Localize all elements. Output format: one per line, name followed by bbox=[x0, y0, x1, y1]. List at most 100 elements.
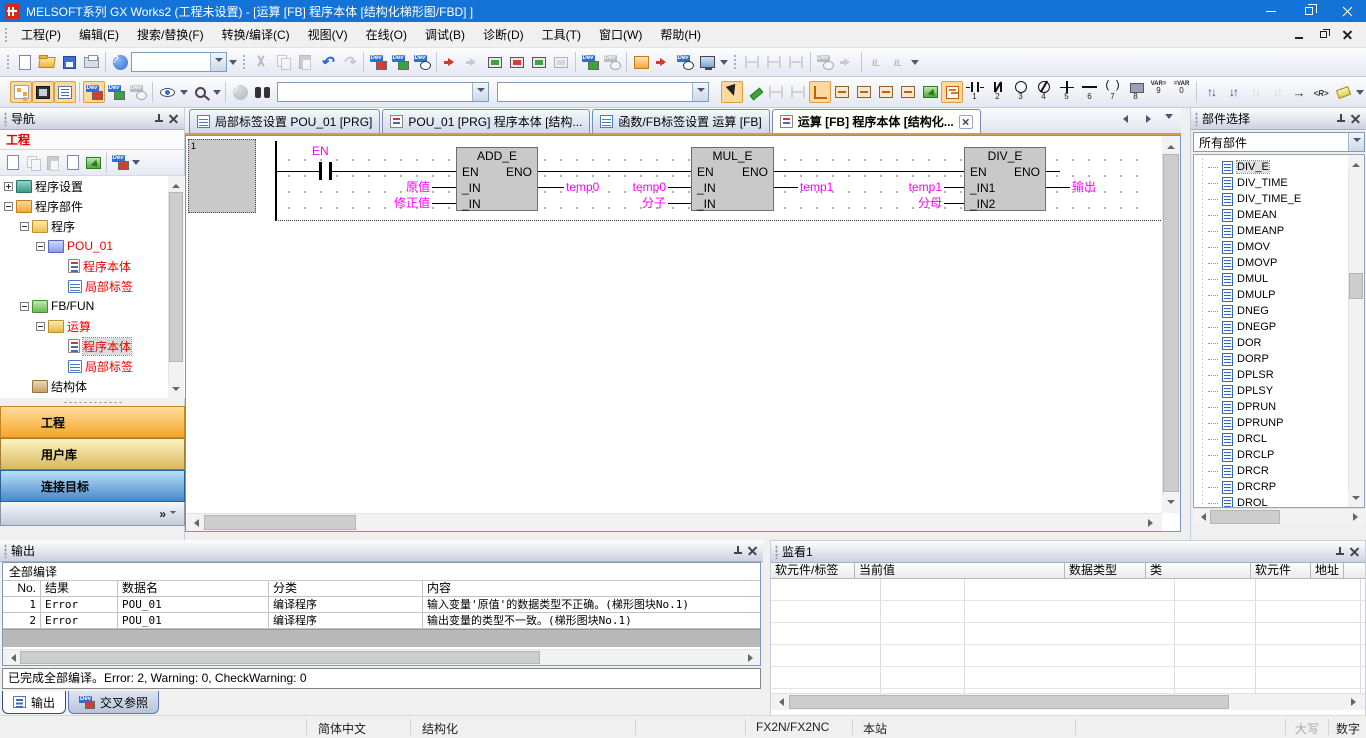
part-item[interactable]: DRCRP bbox=[1194, 479, 1348, 495]
comment-mode-button[interactable] bbox=[941, 81, 963, 103]
undo-button[interactable] bbox=[316, 51, 338, 73]
part-item[interactable]: DIV_E bbox=[1194, 159, 1348, 175]
scrollbar-thumb[interactable] bbox=[20, 651, 540, 664]
toolbar-overflow-button[interactable] bbox=[1354, 81, 1365, 103]
refresh-button[interactable] bbox=[83, 153, 103, 173]
ladder-symbol-button[interactable]: =VAR0 bbox=[1170, 79, 1193, 105]
expand-icon[interactable] bbox=[4, 182, 13, 191]
find-target-combobox[interactable] bbox=[277, 82, 489, 102]
ladder-symbol-button[interactable]: 6 bbox=[1078, 79, 1101, 105]
menu-item[interactable]: 窗口(W) bbox=[590, 22, 651, 47]
bottom-tab[interactable]: 输出 bbox=[2, 691, 66, 714]
scroll-up-button[interactable] bbox=[1162, 136, 1180, 153]
move-down-button[interactable]: ↓↑ bbox=[1266, 81, 1288, 103]
tree-item-pou01[interactable]: POU_01 bbox=[0, 236, 185, 256]
scrollbar-thumb[interactable] bbox=[169, 192, 183, 362]
close-icon[interactable] bbox=[168, 113, 180, 125]
tree-item-program-settings[interactable]: 程序设置 bbox=[0, 176, 185, 196]
filter-button[interactable] bbox=[110, 153, 130, 173]
insert-row-button[interactable] bbox=[831, 81, 853, 103]
input-variable[interactable]: 分子 bbox=[622, 196, 666, 210]
navigator-button[interactable]: 连接目标 bbox=[0, 470, 185, 502]
find-chevron[interactable] bbox=[211, 81, 222, 103]
part-item[interactable]: DPLSY bbox=[1194, 383, 1348, 399]
part-item[interactable]: DMULP bbox=[1194, 287, 1348, 303]
tree-item-program-body-fb[interactable]: 程序本体 bbox=[0, 336, 185, 356]
ladder-symbol-button[interactable]: 5 bbox=[1055, 79, 1078, 105]
statement-display-button[interactable] bbox=[652, 51, 674, 73]
monitor-write-mode-button[interactable] bbox=[506, 51, 528, 73]
tree-item-local-label[interactable]: 局部标签 bbox=[0, 276, 185, 296]
tree-item-program-body[interactable]: 程序本体 bbox=[0, 256, 185, 276]
collapse-icon[interactable] bbox=[20, 222, 29, 231]
monitor-start-button[interactable] bbox=[440, 51, 462, 73]
panel-grip[interactable] bbox=[4, 544, 7, 558]
ladder-symbol-button[interactable]: 8 bbox=[1124, 79, 1147, 105]
error-row[interactable]: 1 Error POU_01 编译程序 输入变量'原值'的数据类型不正确。(梯形… bbox=[3, 597, 760, 613]
watch-table-rows[interactable] bbox=[771, 579, 1365, 693]
restore-button[interactable] bbox=[1290, 0, 1328, 22]
pin-icon[interactable] bbox=[1334, 546, 1345, 557]
delete-column-button[interactable] bbox=[897, 81, 919, 103]
eraser-button[interactable] bbox=[1332, 81, 1354, 103]
chevron-down-icon[interactable] bbox=[210, 53, 226, 71]
close-icon[interactable] bbox=[1350, 113, 1362, 125]
error-row[interactable]: 2 Error POU_01 编译程序 输出变量的类型不一致。(梯形图块No.1… bbox=[3, 613, 760, 629]
tab-scroll-left-icon[interactable] bbox=[1119, 115, 1128, 123]
output-variable[interactable]: 输出 bbox=[1072, 180, 1096, 194]
redo-button[interactable] bbox=[338, 51, 360, 73]
input-variable[interactable]: temp0 bbox=[622, 180, 666, 194]
column-header[interactable]: 结果 bbox=[41, 581, 118, 597]
menu-item[interactable]: 搜索/替换(F) bbox=[128, 22, 213, 47]
editor-tab[interactable]: 局部标签设置 POU_01 [PRG] bbox=[189, 109, 380, 133]
menu-item[interactable]: 视图(V) bbox=[299, 22, 357, 47]
print-button[interactable] bbox=[80, 51, 102, 73]
column-header[interactable]: 类 bbox=[1146, 563, 1251, 578]
device-memory-button[interactable] bbox=[105, 81, 127, 103]
help-button[interactable] bbox=[109, 51, 131, 73]
input-variable[interactable]: 分母 bbox=[898, 196, 942, 210]
part-item[interactable]: DMOV bbox=[1194, 239, 1348, 255]
scrollbar-thumb[interactable] bbox=[789, 695, 1229, 709]
comment-display-button[interactable] bbox=[630, 51, 652, 73]
menu-item[interactable]: 帮助(H) bbox=[651, 22, 710, 47]
cut-button[interactable] bbox=[250, 51, 272, 73]
mdi-close-button[interactable] bbox=[1338, 27, 1356, 42]
navigation-window-toggle[interactable] bbox=[10, 81, 32, 103]
paste-data-button[interactable] bbox=[43, 153, 63, 173]
mdi-minimize-button[interactable] bbox=[1290, 27, 1308, 42]
sort-descending-button[interactable]: ↓↑ bbox=[1222, 81, 1244, 103]
editor-tab[interactable]: 函数/FB标签设置 运算 [FB] bbox=[592, 109, 769, 133]
input-variable[interactable]: 原值 bbox=[356, 180, 430, 194]
scroll-up-button[interactable] bbox=[168, 176, 184, 191]
ladder-logic-test-button[interactable] bbox=[741, 51, 763, 73]
toolbar-grip[interactable] bbox=[6, 54, 10, 70]
paste-button[interactable] bbox=[294, 51, 316, 73]
interconnect-mode-button[interactable] bbox=[743, 81, 765, 103]
open-project-button[interactable] bbox=[36, 51, 58, 73]
scroll-right-button[interactable] bbox=[1144, 514, 1161, 531]
toolbar-overflow-button[interactable] bbox=[909, 51, 920, 73]
navigator-overflow[interactable]: » bbox=[0, 502, 185, 526]
device-batch-monitor-button[interactable] bbox=[579, 51, 601, 73]
verify-with-plc-button[interactable] bbox=[411, 51, 433, 73]
part-item[interactable]: DIV_TIME_E bbox=[1194, 191, 1348, 207]
collapse-icon[interactable] bbox=[4, 202, 13, 211]
input-variable[interactable]: temp1 bbox=[898, 180, 942, 194]
part-item[interactable]: DROL bbox=[1194, 495, 1348, 508]
jump-button[interactable] bbox=[1288, 81, 1310, 103]
toolbar-overflow-button[interactable] bbox=[718, 51, 729, 73]
ladder-symbol-button[interactable]: 2 bbox=[986, 79, 1009, 105]
scroll-left-button[interactable] bbox=[186, 514, 203, 531]
part-item[interactable]: DRCL bbox=[1194, 431, 1348, 447]
scrollbar-thumb[interactable] bbox=[1163, 154, 1179, 492]
help-secondary-button[interactable] bbox=[229, 81, 251, 103]
read-from-plc-button[interactable] bbox=[389, 51, 411, 73]
part-item[interactable]: DRCLP bbox=[1194, 447, 1348, 463]
menu-item[interactable]: 诊断(D) bbox=[474, 22, 533, 47]
splitter-handle[interactable] bbox=[0, 398, 185, 406]
contact-label[interactable]: EN bbox=[312, 144, 329, 158]
sort-ascending-button[interactable]: ↑↓ bbox=[1200, 81, 1222, 103]
step-execution-button[interactable] bbox=[785, 51, 807, 73]
collapse-icon[interactable] bbox=[36, 242, 45, 251]
